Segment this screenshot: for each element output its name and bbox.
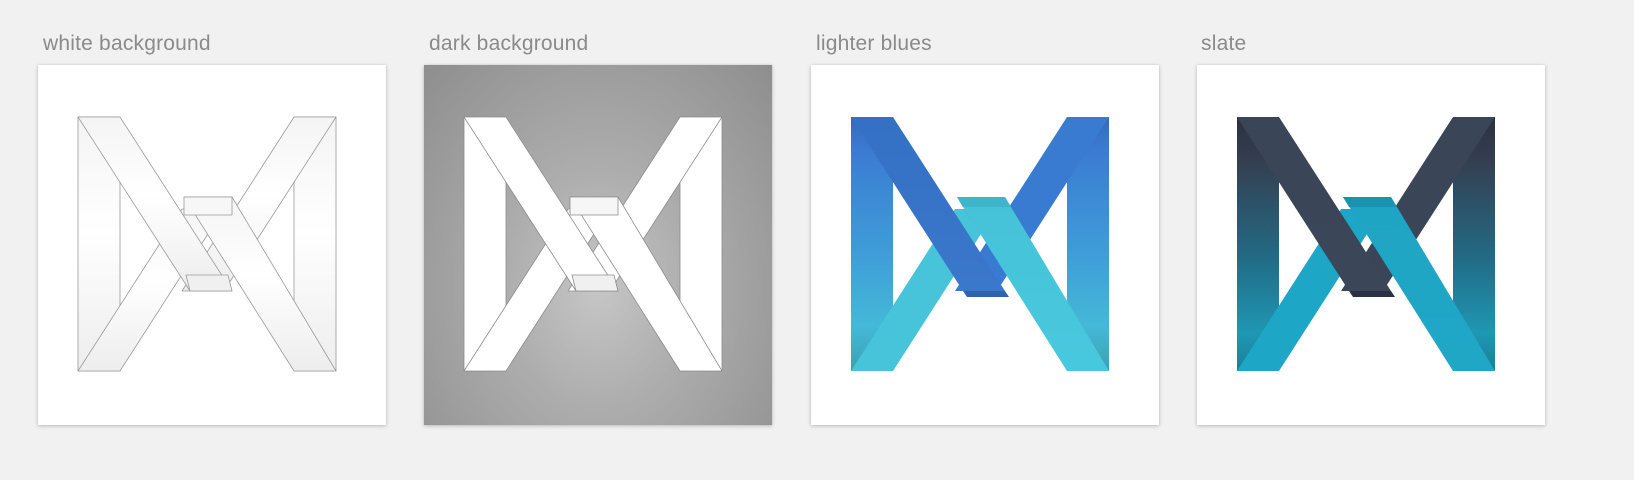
artboard-label[interactable]: lighter blues (816, 32, 932, 56)
m-logo-slate-icon (1237, 117, 1495, 371)
logo-canvas[interactable] (1197, 65, 1545, 425)
artboard-label[interactable]: white background (43, 32, 211, 56)
artboard-label[interactable]: dark background (429, 32, 588, 56)
m-logo-blue-icon (851, 117, 1109, 371)
artboard-label[interactable]: slate (1201, 32, 1246, 56)
m-logo-outline-icon (77, 116, 337, 372)
m-logo-white-icon (463, 116, 723, 372)
logo-canvas[interactable] (811, 65, 1159, 425)
logo-canvas[interactable] (424, 65, 772, 425)
logo-canvas[interactable] (38, 65, 386, 425)
